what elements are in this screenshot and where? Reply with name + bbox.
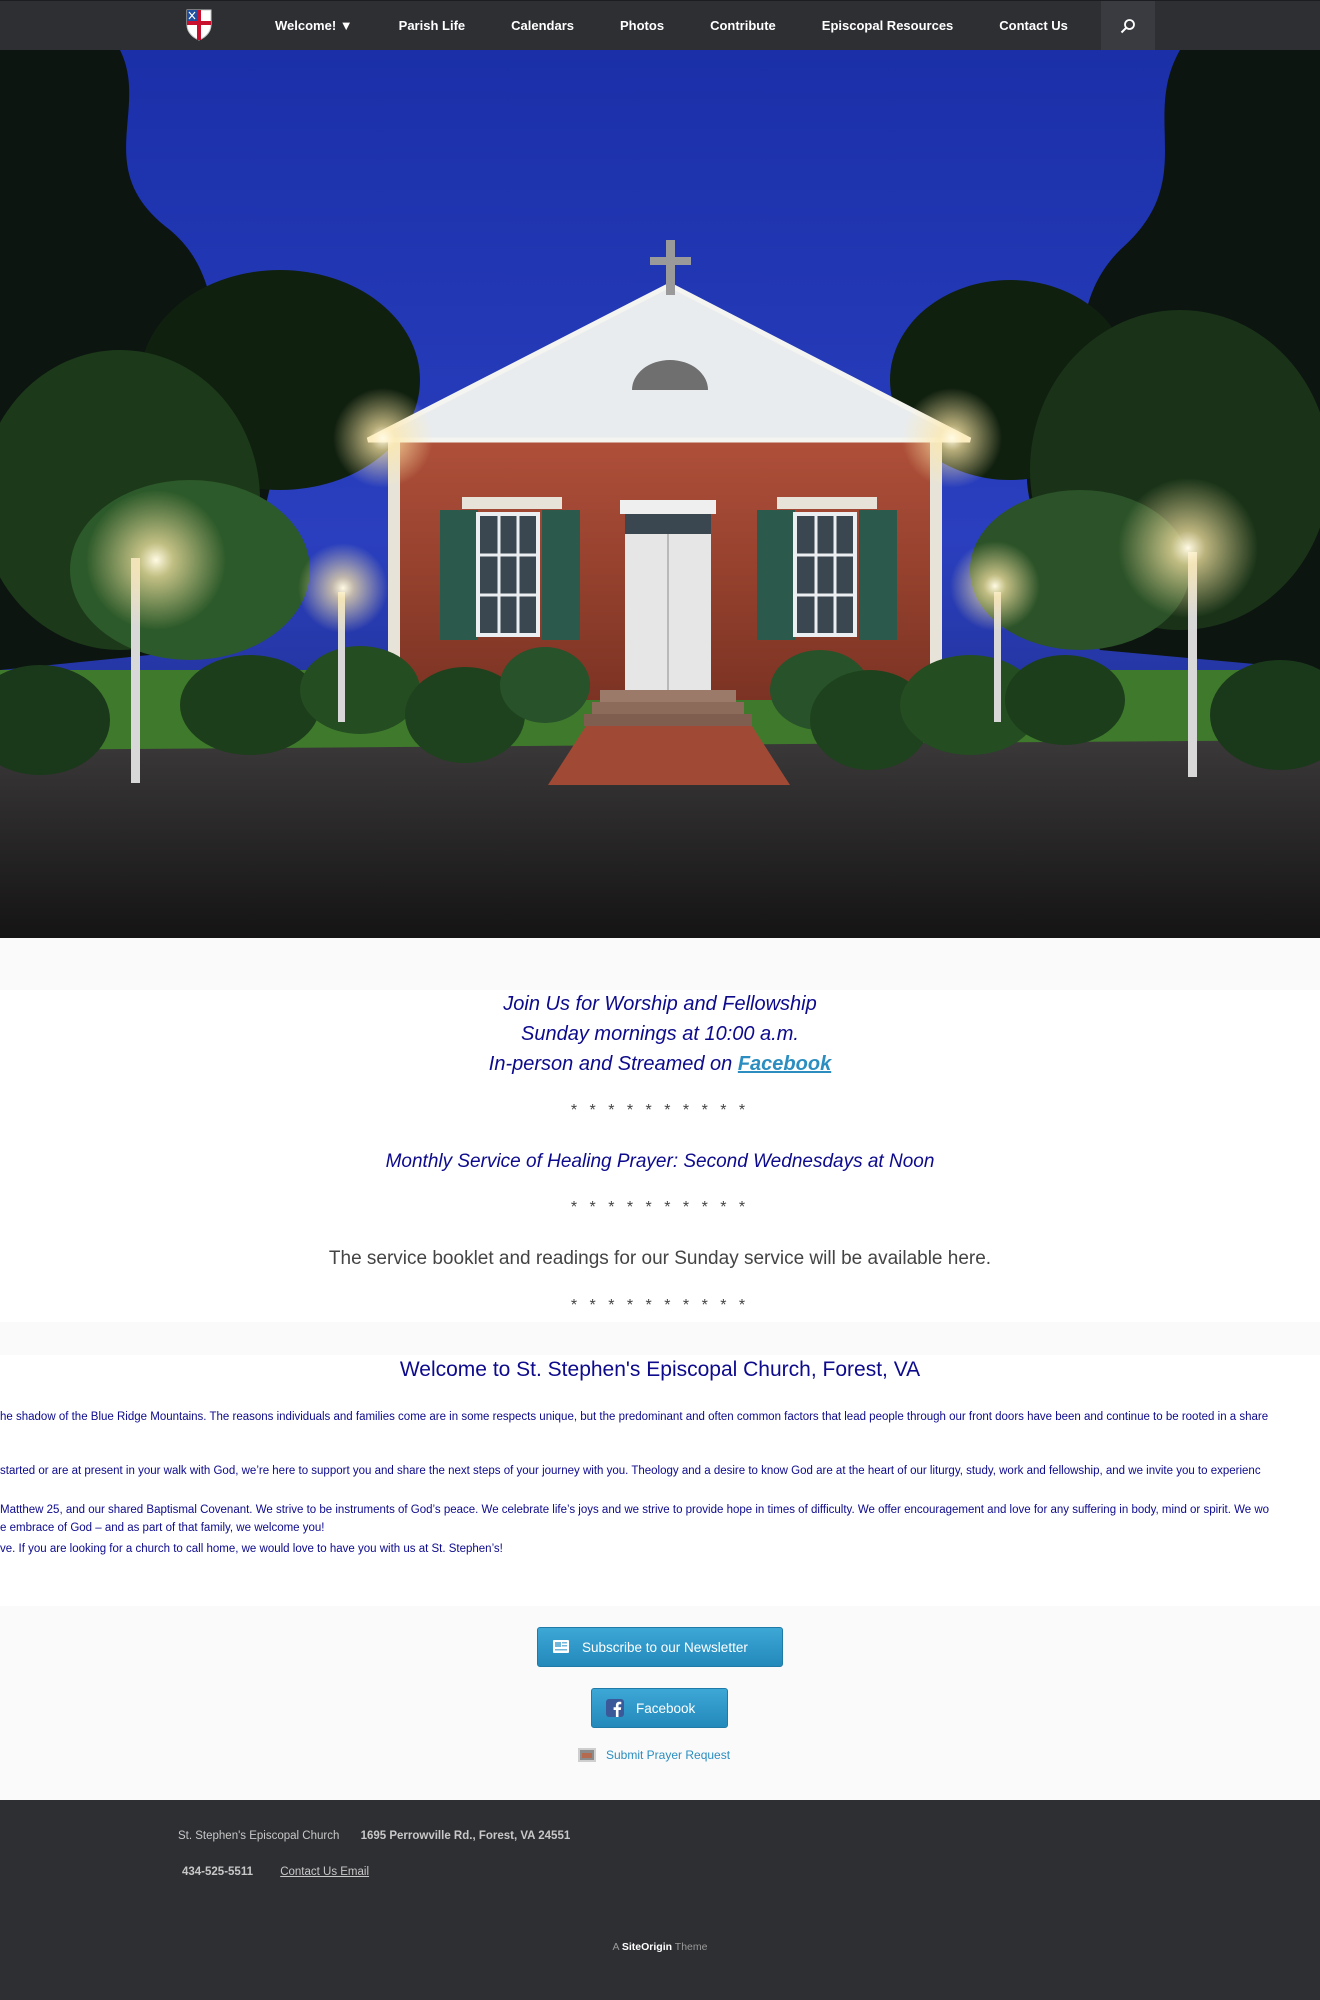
worship-line-1: Join Us for Worship and Fellowship: [503, 993, 817, 1015]
hero-church-photo: [0, 50, 1320, 938]
facebook-label: Facebook: [636, 1700, 696, 1716]
nav-photos[interactable]: Photos: [597, 1, 687, 51]
footer-contact-line: 434-525-5511 Contact Us Email: [182, 1866, 369, 1878]
nav-contribute[interactable]: Contribute: [687, 1, 799, 51]
nav-calendars[interactable]: Calendars: [488, 1, 597, 51]
welcome-paragraph-1: he shadow of the Blue Ridge Mountains. T…: [0, 1411, 1269, 1423]
footer-address-line: St. Stephen's Episcopal Church 1695 Perr…: [178, 1830, 570, 1842]
newsletter-icon: [552, 1638, 570, 1656]
siteorigin-link[interactable]: SiteOrigin: [622, 1941, 672, 1953]
spacer-band-top: [0, 938, 1320, 990]
top-navigation-bar: Welcome! ▼ Parish Life Calendars Photos …: [0, 0, 1320, 51]
prayer-request-icon: [578, 1748, 596, 1762]
divider-stars: * * * * * * * * * *: [570, 1199, 750, 1216]
nav-welcome[interactable]: Welcome! ▼: [252, 1, 376, 51]
main-menu: Welcome! ▼ Parish Life Calendars Photos …: [252, 1, 1091, 51]
welcome-paragraph-4: ve. If you are looking for a church to c…: [0, 1543, 503, 1555]
search-button[interactable]: [1101, 1, 1155, 51]
credit-prefix: A: [612, 1941, 622, 1953]
submit-prayer-request-link[interactable]: Submit Prayer Request: [578, 1748, 730, 1762]
footer-church-name: St. Stephen's Episcopal Church: [178, 1830, 340, 1842]
footer-phone: 434-525-5511: [182, 1866, 253, 1878]
welcome-paragraph-3: Matthew 25, and our shared Baptismal Cov…: [0, 1504, 1270, 1516]
worship-line-2: Sunday mornings at 10:00 a.m.: [521, 1023, 799, 1045]
facebook-stream-link[interactable]: Facebook: [738, 1053, 831, 1075]
welcome-paragraph-2: started or are at present in your walk w…: [0, 1465, 1261, 1477]
newsletter-label: Subscribe to our Newsletter: [582, 1639, 748, 1655]
prayer-request-label: Submit Prayer Request: [606, 1748, 731, 1762]
service-booklet-notice: The service booklet and readings for our…: [328, 1248, 992, 1269]
footer-contact-email-link[interactable]: Contact Us Email: [280, 1866, 369, 1878]
worship-line-3: In-person and Streamed on Facebook: [0, 1049, 1320, 1079]
spacer-band-mid: [0, 1322, 1320, 1355]
facebook-button[interactable]: Facebook: [591, 1688, 728, 1728]
worship-line-3-text: In-person and Streamed on: [488, 1053, 738, 1075]
footer-address: 1695 Perrowville Rd., Forest, VA 24551: [360, 1830, 571, 1842]
facebook-icon: [606, 1699, 624, 1717]
worship-info: Join Us for Worship and Fellowship Sunda…: [0, 989, 1320, 1079]
welcome-paragraph-3-cont: e embrace of God – and as part of that f…: [0, 1522, 325, 1534]
newsletter-subscribe-button[interactable]: Subscribe to our Newsletter: [537, 1627, 783, 1667]
site-footer: St. Stephen's Episcopal Church 1695 Perr…: [0, 1800, 1320, 2000]
nav-parish-life[interactable]: Parish Life: [376, 1, 488, 51]
divider-stars: * * * * * * * * * *: [570, 1102, 750, 1119]
credit-suffix: Theme: [672, 1941, 708, 1953]
theme-credit: A SiteOrigin Theme: [0, 1941, 1320, 1953]
nav-contact-us[interactable]: Contact Us: [976, 1, 1091, 51]
welcome-heading: Welcome to St. Stephen's Episcopal Churc…: [399, 1358, 921, 1381]
nav-episcopal-resources[interactable]: Episcopal Resources: [799, 1, 977, 51]
divider-stars: * * * * * * * * * *: [570, 1297, 750, 1314]
healing-service-notice: Monthly Service of Healing Prayer: Secon…: [385, 1151, 935, 1172]
episcopal-shield-logo[interactable]: [186, 9, 212, 41]
search-icon: [1120, 19, 1135, 34]
